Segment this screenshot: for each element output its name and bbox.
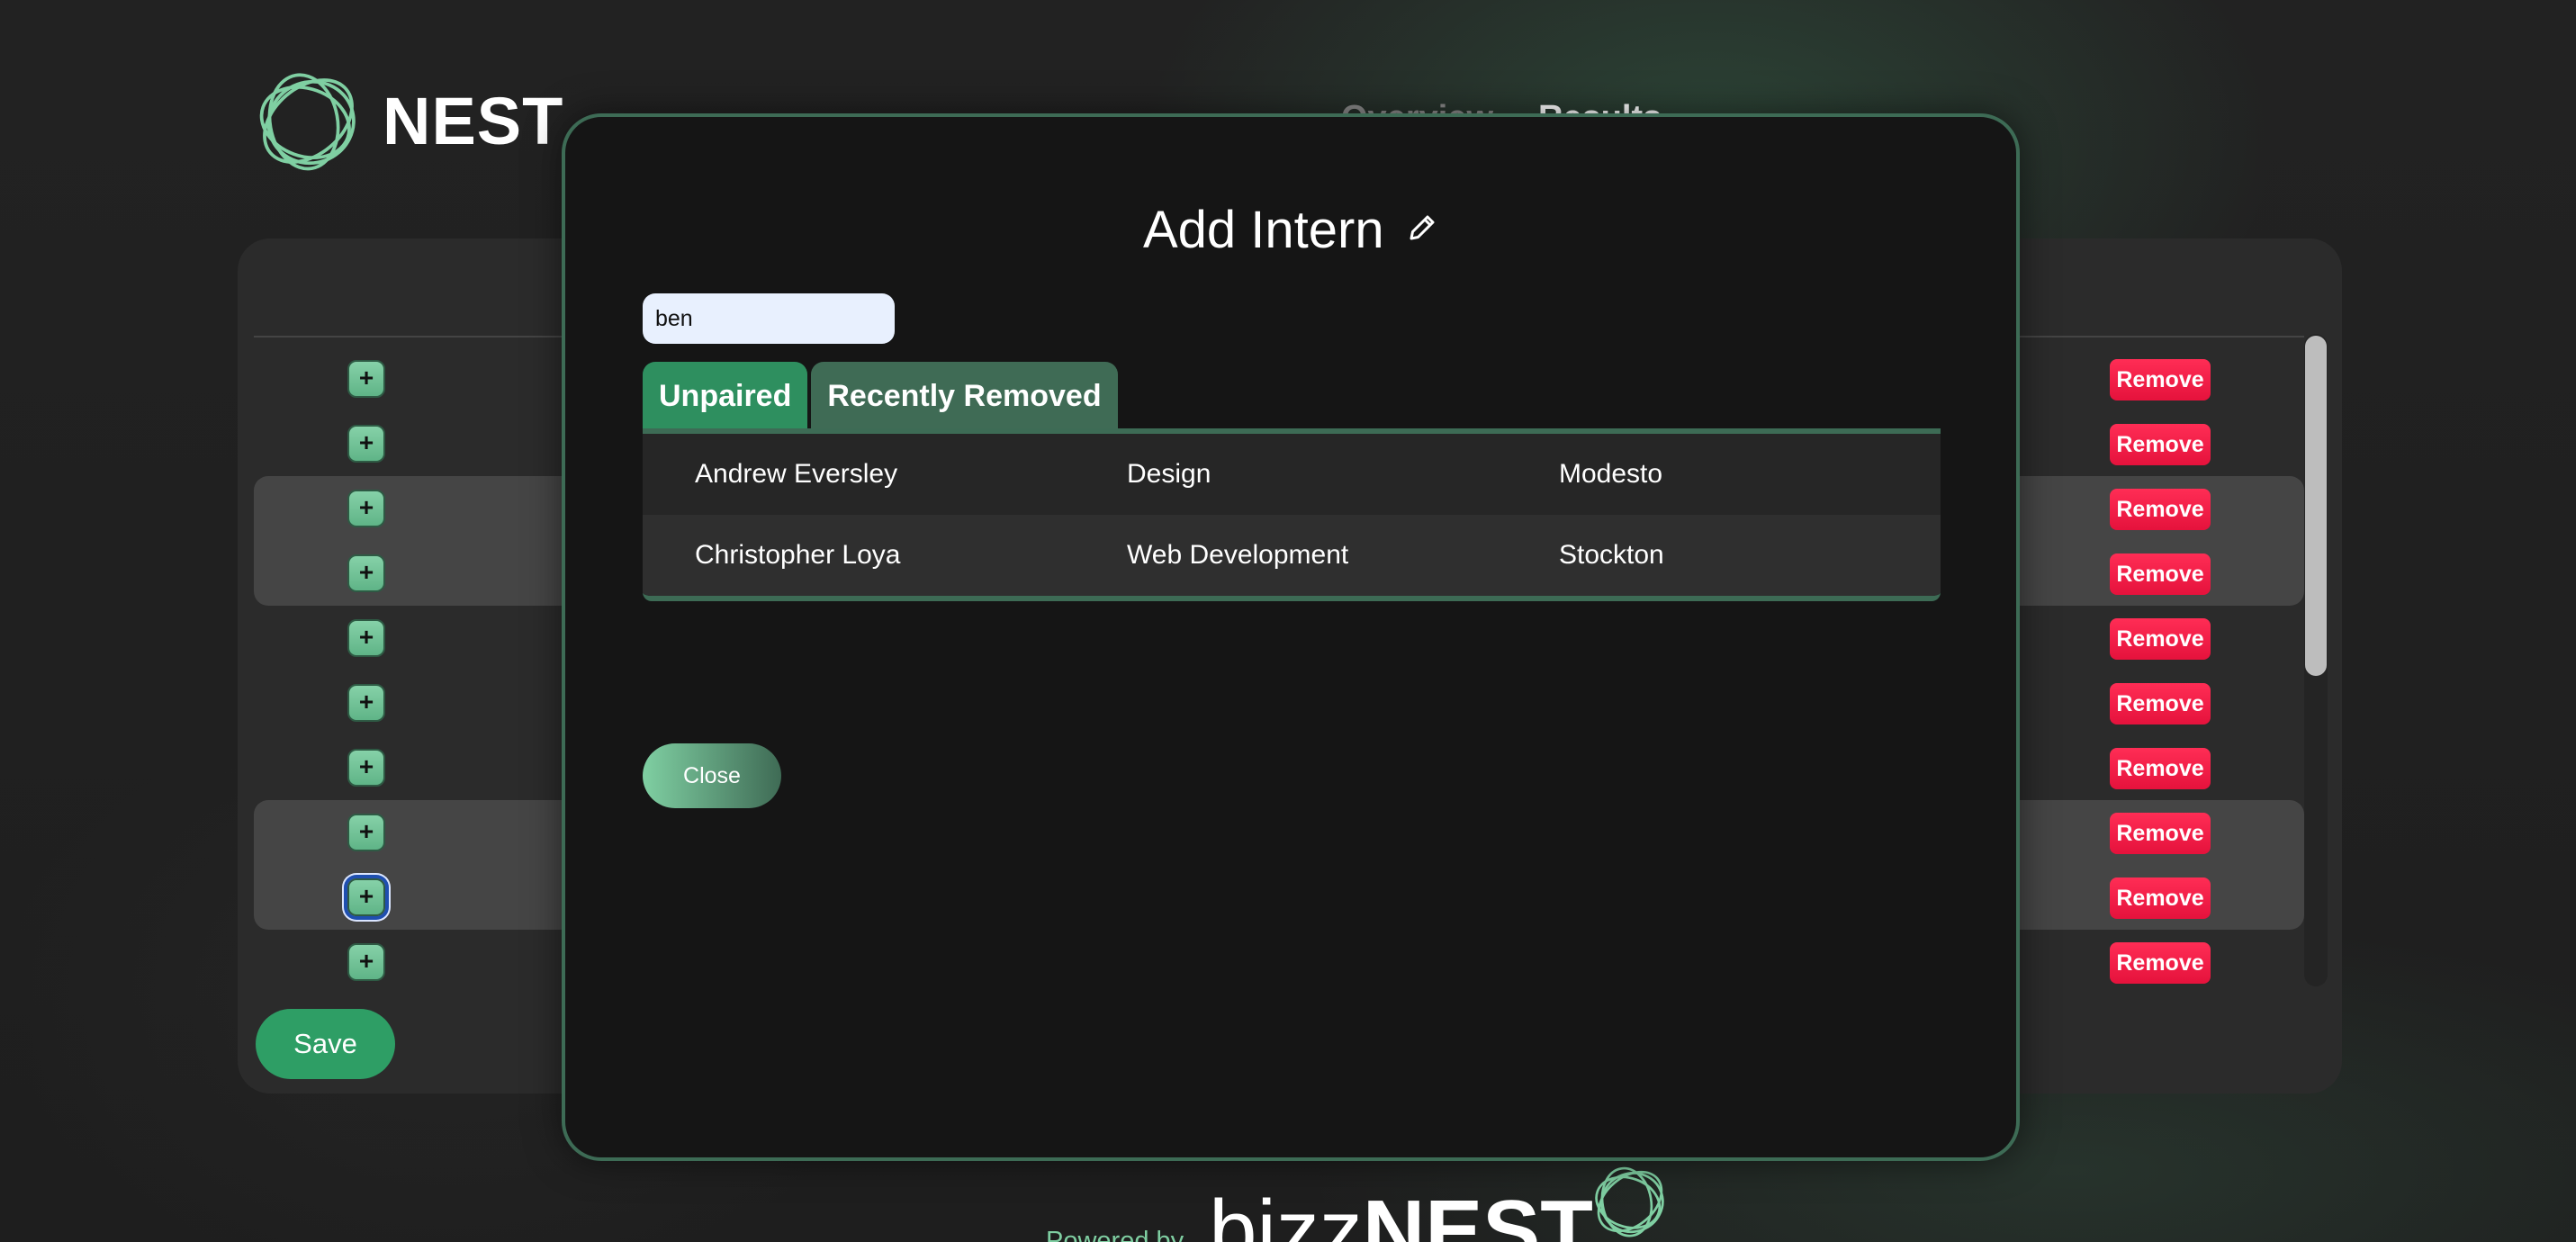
intern-city: Stockton <box>1559 540 1664 570</box>
intern-table: Andrew Eversley Design Modesto Christoph… <box>643 428 1941 601</box>
bizznest-wordmark: bizzNEST <box>1209 1188 1593 1242</box>
remove-button[interactable]: Remove <box>2110 878 2211 919</box>
tab-recently-removed[interactable]: Recently Removed <box>811 362 1118 428</box>
nest-logo-icon <box>259 73 356 171</box>
scrollbar[interactable] <box>2304 334 2328 986</box>
remove-button[interactable]: Remove <box>2110 554 2211 595</box>
remove-button[interactable]: Remove <box>2110 942 2211 984</box>
add-intern-button[interactable]: + <box>347 554 385 592</box>
powered-by-text: Powered by <box>1046 1227 1184 1242</box>
intern-track: Design <box>1127 459 1211 489</box>
add-intern-modal: Add Intern Unpaired Recently Removed And… <box>562 113 2020 1161</box>
remove-button[interactable]: Remove <box>2110 618 2211 660</box>
nest-logo-icon <box>1595 1166 1664 1238</box>
add-intern-button[interactable]: + <box>347 490 385 527</box>
remove-button[interactable]: Remove <box>2110 813 2211 854</box>
footer: Powered by bizzNEST <box>1046 1161 1671 1242</box>
add-intern-button[interactable]: + <box>347 749 385 787</box>
table-row[interactable]: Christopher Loya Web Development Stockto… <box>643 515 1941 596</box>
search-input[interactable] <box>643 293 895 344</box>
scrollbar-thumb[interactable] <box>2305 336 2327 676</box>
remove-button[interactable]: Remove <box>2110 359 2211 400</box>
tab-bar: Unpaired Recently Removed <box>643 362 1118 428</box>
remove-button[interactable]: Remove <box>2110 683 2211 724</box>
pencil-icon[interactable] <box>1406 212 1438 244</box>
modal-title: Add Intern <box>565 200 2016 260</box>
wordmark-bold: NEST <box>1362 1183 1593 1242</box>
page: NEST Overview Results + Remove + Remove … <box>0 0 2576 1242</box>
modal-title-text: Add Intern <box>1142 201 1384 259</box>
remove-button[interactable]: Remove <box>2110 489 2211 530</box>
add-intern-button[interactable]: + <box>347 943 385 981</box>
intern-city: Modesto <box>1559 459 1663 489</box>
add-intern-button[interactable]: + <box>347 878 385 916</box>
add-intern-button[interactable]: + <box>347 360 385 398</box>
add-intern-button[interactable]: + <box>347 619 385 657</box>
intern-name: Andrew Eversley <box>695 459 898 489</box>
intern-name: Christopher Loya <box>695 540 901 570</box>
remove-button[interactable]: Remove <box>2110 424 2211 465</box>
wordmark-light: bizz <box>1209 1183 1363 1242</box>
intern-track: Web Development <box>1127 540 1349 570</box>
brand[interactable]: NEST <box>252 65 563 177</box>
tab-unpaired[interactable]: Unpaired <box>643 362 808 428</box>
add-intern-button[interactable]: + <box>347 814 385 851</box>
add-intern-button[interactable]: + <box>347 684 385 722</box>
close-button[interactable]: Close <box>643 743 781 808</box>
save-button[interactable]: Save <box>256 1009 395 1079</box>
table-row[interactable]: Andrew Eversley Design Modesto <box>643 434 1941 515</box>
remove-button[interactable]: Remove <box>2110 748 2211 789</box>
add-intern-button[interactable]: + <box>347 425 385 463</box>
brand-name: NEST <box>383 84 564 158</box>
